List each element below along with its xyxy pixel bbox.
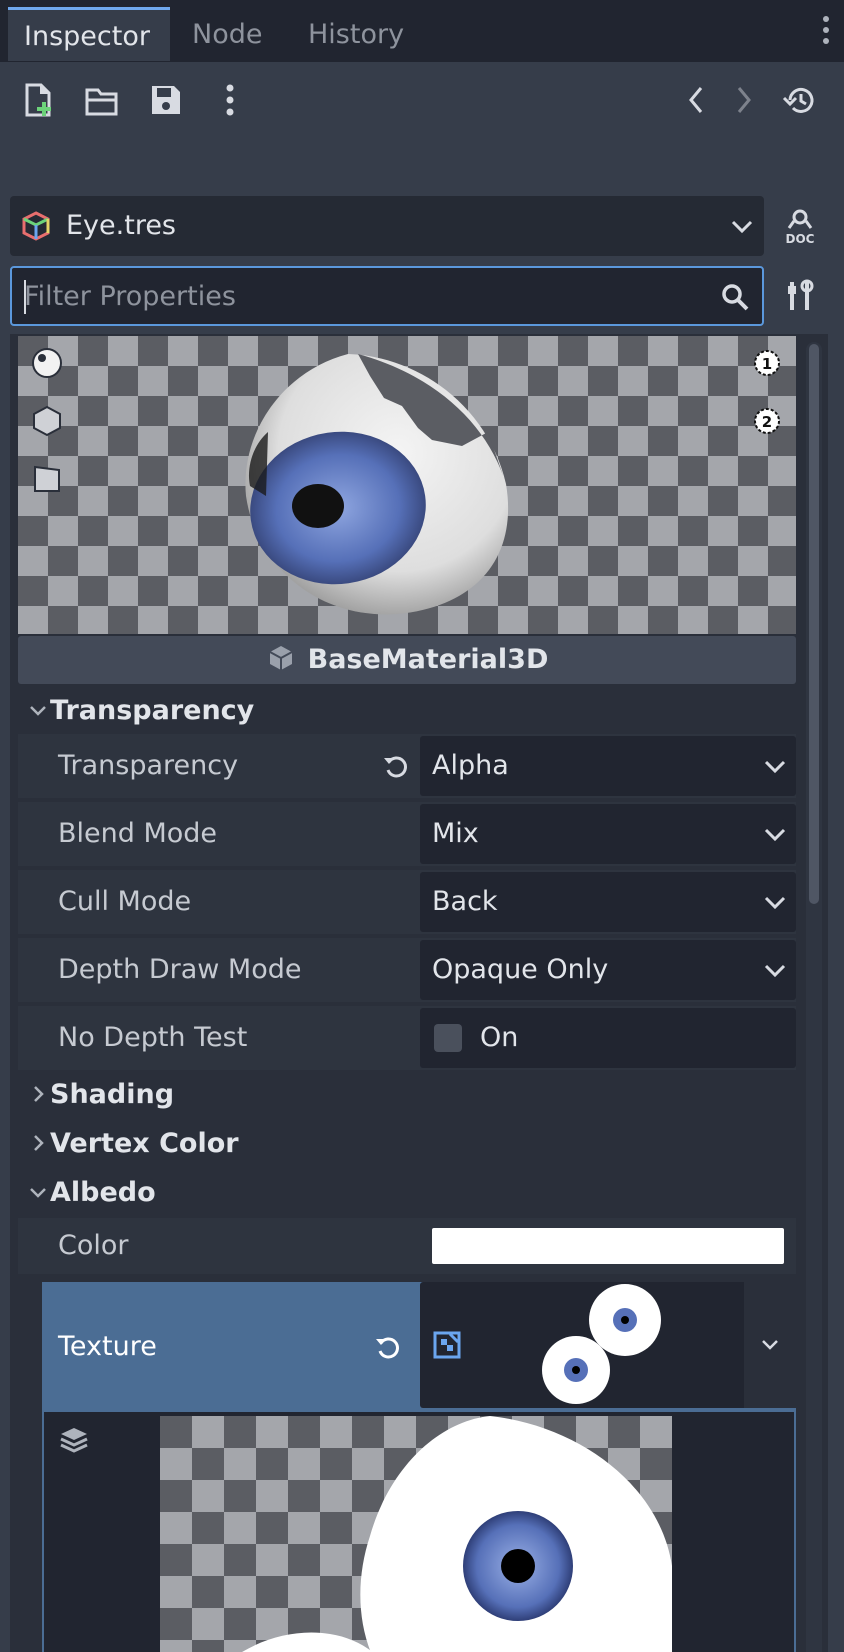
texture-thumbnail — [542, 1284, 661, 1404]
chevron-right-icon — [34, 1135, 44, 1151]
transparency-dropdown[interactable]: Alpha — [420, 736, 796, 796]
property-label: Cull Mode — [58, 886, 192, 917]
blend-mode-dropdown[interactable]: Mix — [420, 804, 796, 864]
material-preview: 1 2 — [18, 336, 796, 634]
box-preview-icon[interactable] — [30, 404, 64, 438]
back-icon[interactable] — [676, 80, 716, 120]
dock-tab-bar: Inspector Node History — [0, 0, 844, 62]
resource-selector[interactable]: Eye.tres — [10, 196, 764, 256]
color-picker-swatch[interactable] — [432, 1228, 784, 1264]
section-transparency[interactable]: Transparency — [18, 688, 796, 734]
property-label: Blend Mode — [58, 818, 218, 849]
property-cull-mode: Cull Mode Back — [18, 870, 796, 934]
chevron-down-icon — [764, 964, 786, 978]
property-texture: Texture — [42, 1282, 796, 1412]
class-header: BaseMaterial3D — [18, 636, 796, 684]
sphere-preview-icon[interactable] — [30, 346, 64, 380]
light-2-toggle[interactable]: 2 — [750, 404, 784, 438]
chevron-down-icon — [30, 706, 46, 716]
tab-history[interactable]: History — [308, 8, 418, 62]
material-icon — [22, 211, 50, 241]
texture-image — [160, 1416, 672, 1652]
new-resource-icon[interactable] — [18, 80, 58, 120]
eye-sphere-preview — [245, 354, 509, 615]
texture-preview — [42, 1410, 796, 1652]
scrollbar-grabber[interactable] — [809, 344, 819, 904]
class-name: BaseMaterial3D — [307, 644, 549, 675]
property-color: Color — [18, 1218, 796, 1274]
property-no-depth-test: No Depth Test On — [18, 1006, 796, 1070]
inspector-scrollbar[interactable] — [806, 342, 822, 1652]
open-folder-icon[interactable] — [82, 80, 122, 120]
layers-icon[interactable] — [58, 1424, 90, 1456]
section-vertex-color[interactable]: Vertex Color — [18, 1121, 796, 1167]
texture-menu-button[interactable] — [744, 1282, 796, 1408]
svg-text:DOC: DOC — [786, 232, 815, 246]
chevron-down-icon — [762, 1340, 778, 1350]
checkbox-box — [434, 1024, 462, 1052]
search-icon — [722, 284, 749, 311]
filter-properties — [10, 266, 764, 326]
property-depth-draw-mode: Depth Draw Mode Opaque Only — [18, 938, 796, 1002]
tab-menu-icon[interactable] — [820, 16, 832, 50]
tab-node[interactable]: Node — [192, 8, 282, 62]
chevron-down-icon — [764, 828, 786, 842]
svg-text:1: 1 — [762, 355, 772, 373]
property-label: Texture — [58, 1331, 157, 1362]
section-shading[interactable]: Shading — [18, 1072, 796, 1118]
history-icon[interactable] — [780, 80, 820, 120]
chevron-down-icon — [30, 1188, 46, 1198]
resource-name: Eye.tres — [66, 210, 177, 241]
more-vertical-icon[interactable] — [210, 80, 250, 120]
no-depth-test-checkbox[interactable]: On — [420, 1008, 796, 1068]
tools-icon[interactable] — [780, 276, 820, 316]
save-icon[interactable] — [146, 80, 186, 120]
property-list: 1 2 BaseMaterial3D Transparency Transpar… — [10, 334, 828, 1652]
chevron-down-icon — [764, 896, 786, 910]
light-1-toggle[interactable]: 1 — [750, 346, 784, 380]
text-caret — [24, 280, 26, 314]
section-albedo[interactable]: Albedo — [18, 1170, 796, 1216]
doc-help-icon[interactable]: DOC — [780, 206, 820, 246]
revert-icon[interactable] — [380, 750, 412, 782]
property-label: Transparency — [58, 750, 239, 781]
depth-draw-mode-dropdown[interactable]: Opaque Only — [420, 940, 796, 1000]
property-label: Color — [58, 1230, 129, 1261]
property-label: Depth Draw Mode — [58, 954, 302, 985]
chevron-right-icon — [34, 1086, 44, 1102]
filter-input[interactable] — [24, 274, 704, 318]
chevron-down-icon — [731, 220, 753, 234]
tab-inspector[interactable]: Inspector — [8, 7, 170, 61]
revert-icon[interactable] — [372, 1331, 404, 1363]
chevron-down-icon — [764, 760, 786, 774]
svg-text:2: 2 — [762, 413, 772, 431]
texture-resource-picker[interactable] — [420, 1282, 796, 1408]
property-blend-mode: Blend Mode Mix — [18, 802, 796, 866]
inspector-panel: Eye.tres DOC Filter Properties 1 2 BaseM… — [0, 62, 844, 1652]
quad-preview-icon[interactable] — [30, 462, 64, 496]
compressed-texture-icon — [433, 1331, 461, 1359]
property-transparency: Transparency Alpha — [18, 734, 796, 798]
property-label: No Depth Test — [58, 1022, 248, 1053]
forward-icon[interactable] — [724, 80, 764, 120]
material-class-icon — [266, 641, 296, 671]
cull-mode-dropdown[interactable]: Back — [420, 872, 796, 932]
